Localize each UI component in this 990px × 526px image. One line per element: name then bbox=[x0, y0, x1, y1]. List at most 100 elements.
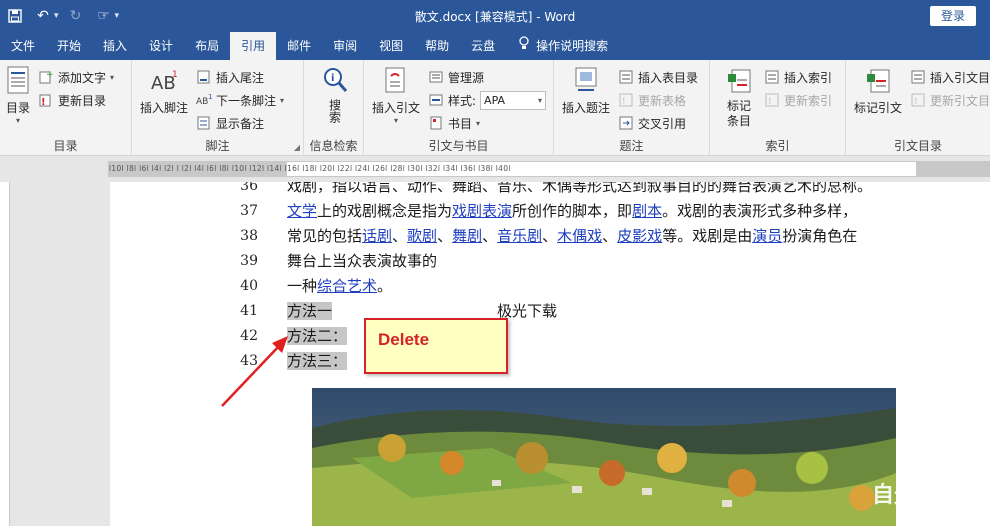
citation-group-label: 引文与书目 bbox=[428, 139, 489, 153]
insert-citation-button[interactable]: 插入引文 ▾ bbox=[372, 64, 420, 125]
update-table-label: 更新表格 bbox=[638, 93, 687, 108]
hyperlink[interactable]: 演员 bbox=[752, 227, 782, 245]
style-value: APA bbox=[484, 93, 506, 107]
text-run: 。 bbox=[377, 277, 393, 295]
next-footnote-icon: AB 1 bbox=[196, 92, 212, 108]
document-line[interactable]: 37 文学上的戏剧概念是指为戏剧表演所创作的脚本，即剧本。戏剧的表演形式多种多样， bbox=[110, 199, 990, 224]
hyperlink[interactable]: 皮影戏 bbox=[617, 227, 662, 245]
horizontal-ruler[interactable]: l10l l8l l6l l4l l2l l l2l l4l l6l l8l l… bbox=[108, 161, 990, 177]
hyperlink[interactable]: 舞剧 bbox=[452, 227, 482, 245]
next-footnote-label: 下一条脚注 bbox=[216, 93, 277, 108]
insert-toa-label: 插入引文目 bbox=[930, 70, 990, 85]
svg-text:!: ! bbox=[622, 97, 626, 107]
svg-text:i: i bbox=[331, 73, 334, 84]
hyperlink[interactable]: 剧本 bbox=[632, 202, 662, 220]
tab-layout[interactable]: 布局 bbox=[184, 32, 230, 60]
insert-citation-label: 插入引文 bbox=[372, 101, 421, 115]
document-line[interactable]: 38 常见的包括话剧、歌剧、舞剧、音乐剧、木偶戏、皮影戏等。戏剧是由演员扮演角色在 bbox=[110, 224, 990, 249]
index-group-label: 索引 bbox=[765, 139, 790, 153]
tab-mailings[interactable]: 邮件 bbox=[276, 32, 322, 60]
next-footnote-button[interactable]: AB 1 下一条脚注 ▾ bbox=[196, 90, 284, 110]
document-line[interactable]: 36 戏剧，指以语言、动作、舞蹈、音乐、木偶等形式达到叙事目的的舞台表演艺术的总称… bbox=[110, 182, 990, 199]
cross-reference-button[interactable]: 交叉引用 bbox=[618, 113, 686, 133]
tab-design[interactable]: 设计 bbox=[138, 32, 184, 60]
document-line[interactable]: 39 舞台上当众表演故事的 bbox=[110, 249, 990, 274]
hyperlink[interactable]: 音乐剧 bbox=[497, 227, 542, 245]
cross-reference-label: 交叉引用 bbox=[638, 116, 687, 131]
tab-home[interactable]: 开始 bbox=[46, 32, 92, 60]
update-toa-button[interactable]: ! 更新引文目 bbox=[910, 90, 990, 110]
document-page[interactable]: 36 戏剧，指以语言、动作、舞蹈、音乐、木偶等形式达到叙事目的的舞台表演艺术的总称… bbox=[110, 182, 990, 526]
mark-citation-label: 标记引文 bbox=[854, 101, 903, 115]
hyperlink[interactable]: 话剧 bbox=[362, 227, 392, 245]
line-text: 一种综合艺术。 bbox=[287, 274, 392, 299]
insert-endnote-button[interactable]: 插入尾注 bbox=[196, 67, 264, 87]
login-button[interactable]: 登录 bbox=[930, 6, 976, 26]
document-line[interactable]: 42 方法二： bbox=[110, 324, 990, 349]
update-index-label: 更新索引 bbox=[784, 93, 833, 108]
title-bar: ↶ ▾ ↻ ☞ ▾ 散文.docx [兼容模式] - Word 登录 bbox=[0, 0, 990, 32]
tab-help[interactable]: 帮助 bbox=[414, 32, 460, 60]
line-text: 文学上的戏剧概念是指为戏剧表演所创作的脚本，即剧本。戏剧的表演形式多种多样， bbox=[287, 199, 857, 224]
line-number: 36 bbox=[240, 182, 258, 194]
table-of-figures-icon bbox=[618, 69, 634, 85]
insert-caption-button[interactable]: 插入题注 bbox=[562, 64, 610, 116]
insert-footnote-button[interactable]: AB 1 插入脚注 bbox=[140, 64, 188, 116]
ruler-right-margin bbox=[916, 162, 989, 176]
update-toc-label: 更新目录 bbox=[58, 93, 107, 108]
text-run: 、 bbox=[602, 227, 618, 245]
manage-sources-button[interactable]: 管理源 bbox=[428, 67, 484, 87]
search-button[interactable]: i 搜索 bbox=[320, 64, 350, 123]
add-text-dropdown-icon: ▾ bbox=[110, 72, 115, 82]
update-toc-button[interactable]: ! 更新目录 bbox=[38, 90, 106, 110]
add-text-button[interactable]: + 添加文字 ▾ bbox=[38, 67, 114, 87]
insert-index-button[interactable]: 插入索引 bbox=[764, 67, 832, 87]
tab-cloud[interactable]: 云盘 bbox=[460, 32, 506, 60]
tell-me-search[interactable]: 操作说明搜索 bbox=[506, 32, 619, 60]
show-notes-button[interactable]: 显示备注 bbox=[196, 113, 264, 133]
update-table-icon: ! bbox=[618, 92, 634, 108]
document-line[interactable]: 40 一种综合艺术。 bbox=[110, 274, 990, 299]
hyperlink[interactable]: 木偶戏 bbox=[557, 227, 602, 245]
hyperlink[interactable]: 戏剧表演 bbox=[452, 202, 512, 220]
hyperlink[interactable]: 文学 bbox=[287, 202, 317, 220]
text-run: 方法二： bbox=[287, 327, 348, 345]
document-line[interactable]: 43 方法三： bbox=[110, 349, 990, 374]
bibliography-icon bbox=[428, 115, 444, 131]
update-index-icon: ! bbox=[764, 92, 780, 108]
insert-toa-button[interactable]: 插入引文目 bbox=[910, 67, 990, 87]
style-select[interactable]: APA ▾ bbox=[480, 90, 547, 110]
update-table-button[interactable]: ! 更新表格 bbox=[618, 90, 686, 110]
bibliography-button[interactable]: 书目 ▾ bbox=[428, 113, 480, 133]
document-title: 散文.docx [兼容模式] - Word bbox=[414, 10, 576, 24]
line-text: 常见的包括话剧、歌剧、舞剧、音乐剧、木偶戏、皮影戏等。戏剧是由演员扮演角色在 bbox=[287, 224, 857, 249]
tab-references[interactable]: 引用 bbox=[230, 32, 277, 60]
hyperlink[interactable]: 歌剧 bbox=[407, 227, 437, 245]
hyperlink[interactable]: 综合艺术 bbox=[317, 277, 377, 295]
toc-button[interactable]: 目录 ▾ bbox=[2, 64, 34, 125]
svg-text:AB: AB bbox=[196, 97, 208, 107]
footnote-dialog-launcher-icon[interactable]: ◢ bbox=[294, 143, 300, 152]
tab-review[interactable]: 审阅 bbox=[322, 32, 368, 60]
group-toc: 目录 ▾ + 添加文字 ▾ ! 更新目录 目录 bbox=[0, 60, 132, 156]
style-icon bbox=[428, 92, 444, 108]
landscape-photo[interactable] bbox=[312, 388, 896, 526]
vertical-ruler[interactable] bbox=[0, 182, 10, 526]
text-run: 、 bbox=[392, 227, 408, 245]
show-notes-icon bbox=[196, 115, 212, 131]
mark-entry-button[interactable]: 标记条目 bbox=[720, 64, 758, 129]
svg-text:!: ! bbox=[41, 97, 46, 107]
insert-table-of-figures-button[interactable]: 插入表目录 bbox=[618, 67, 698, 87]
mark-citation-button[interactable]: 标记引文 bbox=[854, 64, 902, 116]
line-number: 40 bbox=[240, 278, 258, 294]
tab-view[interactable]: 视图 bbox=[368, 32, 414, 60]
toa-group-label: 引文目录 bbox=[893, 139, 942, 153]
insert-citation-icon bbox=[380, 64, 412, 96]
tab-file[interactable]: 文件 bbox=[0, 32, 46, 60]
toc-group-label: 目录 bbox=[53, 139, 78, 153]
update-index-button[interactable]: ! 更新索引 bbox=[764, 90, 832, 110]
update-toa-label: 更新引文目 bbox=[930, 93, 990, 108]
svg-text:1: 1 bbox=[172, 70, 178, 80]
insert-footnote-label: 插入脚注 bbox=[140, 101, 189, 115]
tab-insert[interactable]: 插入 bbox=[92, 32, 138, 60]
